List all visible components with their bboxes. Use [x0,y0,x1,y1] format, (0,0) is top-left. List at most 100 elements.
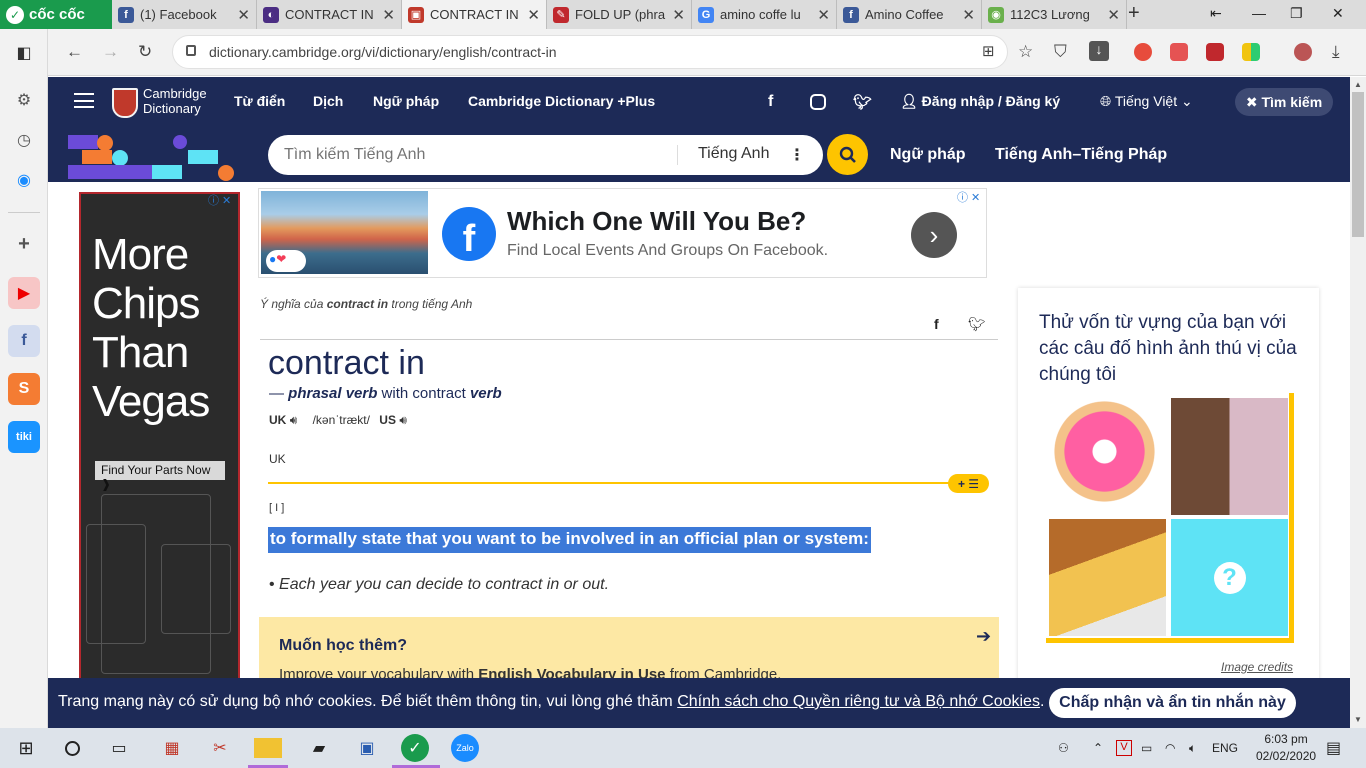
browser-tab[interactable]: ✎ FOLD UP (phra ✕ [547,0,692,29]
language-selector[interactable]: 🌐︎ Tiếng Việt ⌄ [1100,93,1193,110]
share-twitter-icon[interactable]: 🐦︎ [968,316,986,333]
cookie-policy-link[interactable]: Chính sách cho Quyền riêng tư và Bộ nhớ … [677,693,1040,710]
battery-icon[interactable]: ▭ [1141,741,1152,755]
image-credits-link[interactable]: Image credits [1221,660,1293,674]
back-icon[interactable]: ← [66,42,83,62]
uk-audio-icon[interactable]: 🔊︎ [290,413,298,427]
notifications-icon[interactable]: ▤ [1326,738,1341,758]
minimize-button[interactable]: — [1252,5,1266,21]
profile-avatar[interactable] [1294,43,1312,61]
browser-tab[interactable]: Gamino coffe lu ✕ [692,0,837,29]
facebook-icon[interactable]: f [768,93,773,111]
shield-icon[interactable]: ⛉ [1054,42,1067,62]
instagram-icon[interactable] [810,94,826,110]
cambridge-shield-logo[interactable] [112,88,138,118]
wifi-icon[interactable]: ◠ [1165,741,1175,755]
quiz-image-unknown[interactable]: ? [1171,519,1288,636]
quiz-image-fish-and-chips[interactable] [1049,519,1166,636]
tab-close-icon[interactable]: ✕ [1107,6,1120,24]
taskbar-snipping-icon[interactable]: ✂ [206,734,234,762]
file-explorer-icon[interactable] [254,738,282,758]
sticky-notes-icon[interactable]: ▰ [305,734,333,762]
messenger-icon[interactable]: ◉ [8,164,40,196]
new-tab-button[interactable]: + [1128,2,1140,25]
cambridge-dictionary-logo[interactable]: Cambridge Dictionary [143,86,207,116]
input-language[interactable]: ENG [1212,741,1238,755]
browser-tab[interactable]: ▣ CONTRACT IN ✕ [402,0,547,29]
add-app-icon[interactable]: + [8,228,40,260]
coccoc-menu-button[interactable]: ✓ cốc cốc [0,0,112,29]
downloads-icon[interactable]: ⤓ [1332,42,1340,62]
extension-red-icon[interactable] [1206,43,1224,61]
history-icon[interactable]: ◷ [8,124,40,156]
dictionary-language-select[interactable]: Tiếng Anh ⋮ [677,145,823,165]
shopee-icon[interactable]: S [8,373,40,405]
nav-grammar[interactable]: Ngữ pháp [373,93,439,109]
people-icon[interactable]: ⚇ [1058,741,1069,755]
hamburger-menu-icon[interactable] [74,93,94,108]
search-submit-button[interactable] [827,134,868,175]
extension-coccoc-icon[interactable] [1134,43,1152,61]
browser-tab[interactable]: f (1) Facebook ✕ [112,0,257,29]
facebook-sidebar-icon[interactable]: f [8,325,40,357]
login-link[interactable]: 👤︎ Đăng nhập / Đăng ký [900,93,1060,110]
settings-gear-icon[interactable]: ⚙ [8,84,40,116]
pos-verb[interactable]: verb [470,385,502,402]
us-audio-icon[interactable]: 🔊︎ [399,413,407,427]
system-clock[interactable]: 6:03 pm 02/02/2020 [1256,731,1316,765]
browser-tab[interactable]: ◐ CONTRACT IN ✕ [257,0,402,29]
nav-translate[interactable]: Dịch [313,93,343,109]
scroll-down-icon[interactable]: ▼ [1354,715,1362,724]
adchoices-icon[interactable]: ⓘ ✕ [957,189,980,205]
grammar-link[interactable]: Ngữ pháp [890,146,966,164]
bookmark-star-icon[interactable]: ☆ [1018,42,1033,62]
nav-plus[interactable]: Cambridge Dictionary +Plus [468,93,655,109]
tab-search-icon[interactable]: ⇤ [1210,5,1222,22]
search-circle-icon[interactable] [58,734,86,762]
pos-label[interactable]: phrasal verb [288,385,377,402]
tab-close-icon[interactable]: ✕ [237,6,250,24]
extension-color-icon[interactable] [1242,43,1260,61]
ad-next-arrow-icon[interactable]: › [911,212,957,258]
coccoc-taskbar-icon[interactable]: ✓ [401,734,429,762]
tab-close-icon[interactable]: ✕ [382,6,395,24]
scroll-up-icon[interactable]: ▲ [1354,80,1362,89]
nav-dictionary[interactable]: Từ điển [234,93,285,109]
taskbar-app-icon[interactable]: ▦ [158,734,186,762]
lock-icon[interactable] [186,45,196,56]
tray-chevron-icon[interactable]: ⌃ [1093,741,1103,755]
accept-cookies-button[interactable]: Chấp nhận và ẩn tin nhắn này [1049,688,1296,718]
search-input[interactable] [268,146,677,164]
vietkey-icon[interactable]: V [1116,740,1132,756]
tiki-icon[interactable]: tiki [8,421,40,453]
reload-icon[interactable]: ↻ [138,42,152,62]
volume-icon[interactable]: 🔈︎ [1189,741,1196,756]
translate-icon[interactable]: ⊞ [982,42,995,60]
windows-start-icon[interactable]: ⊞ [12,734,40,762]
extension-adblock-icon[interactable] [1170,43,1188,61]
tab-close-icon[interactable]: ✕ [962,6,975,24]
close-window-button[interactable]: ✕ [1332,5,1344,22]
side-ad-button[interactable]: Find Your Parts Now ❱ [95,461,225,491]
tab-close-icon[interactable]: ✕ [527,6,540,24]
ad-title[interactable]: Which One Will You Be? [507,206,806,237]
quiz-image-donut[interactable] [1046,393,1163,510]
forward-icon[interactable]: → [102,42,119,62]
tab-close-icon[interactable]: ✕ [672,6,685,24]
maximize-button[interactable]: ❐ [1290,5,1303,22]
taskbar-tool-icon[interactable]: ▣ [353,734,381,762]
youtube-icon[interactable]: ▶ [8,277,40,309]
english-french-link[interactable]: Tiếng Anh–Tiếng Pháp [995,146,1167,164]
adchoices-icon[interactable]: ⓘ ✕ [208,192,231,208]
browser-tab[interactable]: f Amino Coffee ✕ [837,0,982,29]
tab-close-icon[interactable]: ✕ [817,6,830,24]
quiz-image-milkshake[interactable] [1171,398,1288,515]
quiz-title[interactable]: Thử vốn từ vựng của bạn với các câu đố h… [1039,310,1304,388]
scrollbar-thumb[interactable] [1352,92,1364,237]
share-facebook-icon[interactable]: f [934,316,939,332]
zalo-icon[interactable]: Zalo [451,734,479,762]
add-to-wordlist-button[interactable]: + ☰ [948,474,989,493]
header-search-button[interactable]: ✖ Tìm kiếm [1235,88,1333,116]
arrow-right-icon[interactable]: ➔ [976,626,991,647]
address-bar[interactable]: dictionary.cambridge.org/vi/dictionary/e… [172,35,1008,69]
